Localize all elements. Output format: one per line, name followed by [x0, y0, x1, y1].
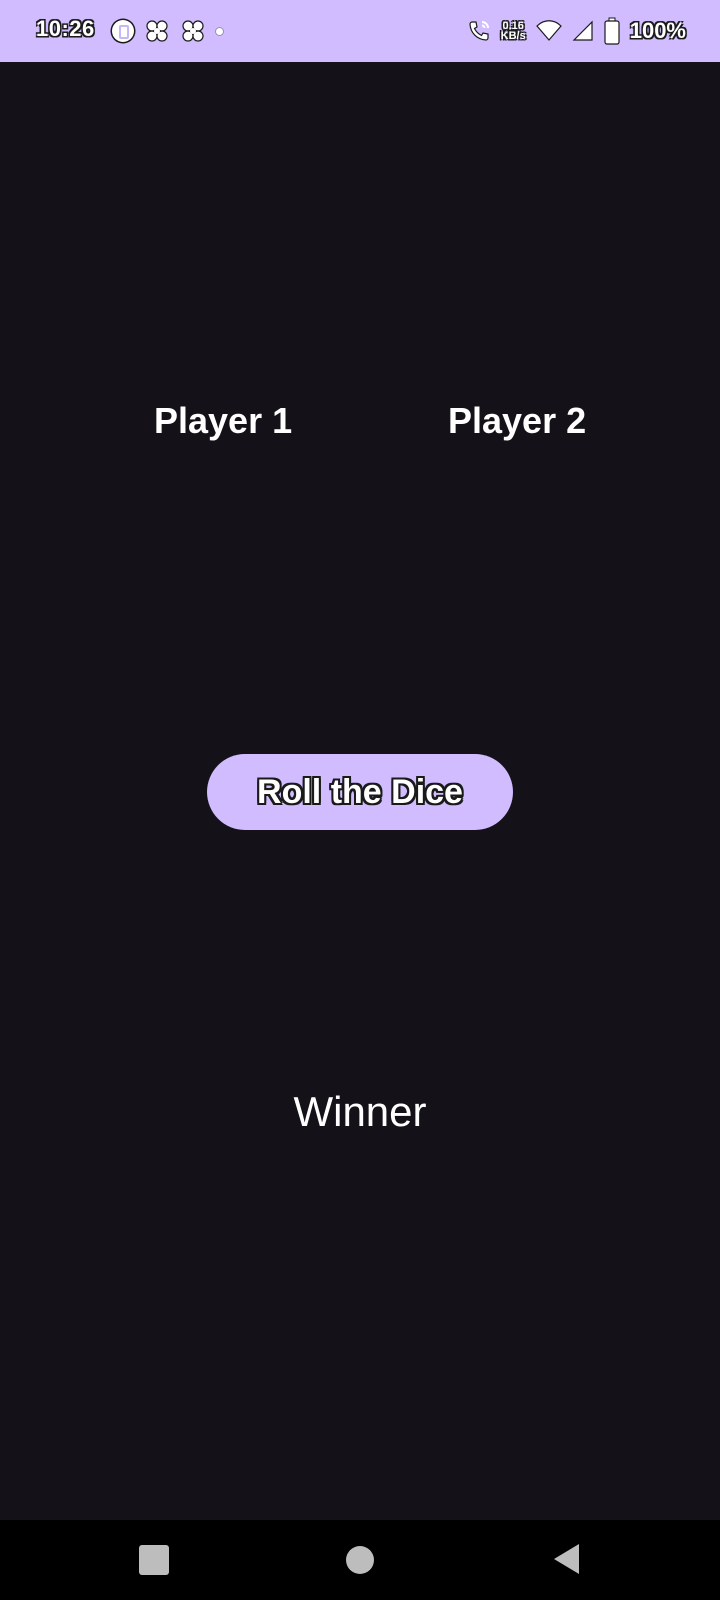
status-bar: 10:26 0.16 KB/s 100%: [0, 0, 720, 62]
player-2-label: Player 2: [448, 400, 587, 441]
home-icon: [346, 1546, 374, 1574]
home-button[interactable]: [310, 1520, 410, 1600]
winner-label: Winner: [293, 1088, 427, 1135]
notification-icons: [112, 16, 223, 46]
recents-button[interactable]: [104, 1520, 204, 1600]
wifi-calling-icon: [467, 19, 491, 43]
wifi-icon: [535, 20, 562, 42]
network-speed: 0.16 KB/s: [500, 21, 526, 42]
navigation-bar: [0, 1520, 720, 1600]
back-icon: [551, 1542, 581, 1579]
system-icons: 0.16 KB/s 100%: [467, 14, 686, 48]
dot-icon: [216, 27, 223, 35]
fan-icon: [180, 18, 206, 44]
app-notification-icon: [112, 20, 134, 42]
signal-icon: [572, 20, 594, 42]
back-button[interactable]: [516, 1520, 616, 1600]
network-speed-unit: KB/s: [500, 30, 526, 42]
battery-percent: 100%: [629, 18, 686, 43]
app-screen: 10:26 0.16 KB/s 100% Player 1 Player 2 R…: [0, 0, 720, 1600]
fan-icon: [144, 18, 170, 44]
recents-icon: [139, 1545, 169, 1575]
battery-icon: [604, 17, 620, 45]
player-1-label: Player 1: [154, 400, 293, 441]
roll-dice-button[interactable]: Roll the Dice: [207, 754, 513, 830]
status-time: 10:26: [36, 16, 95, 41]
